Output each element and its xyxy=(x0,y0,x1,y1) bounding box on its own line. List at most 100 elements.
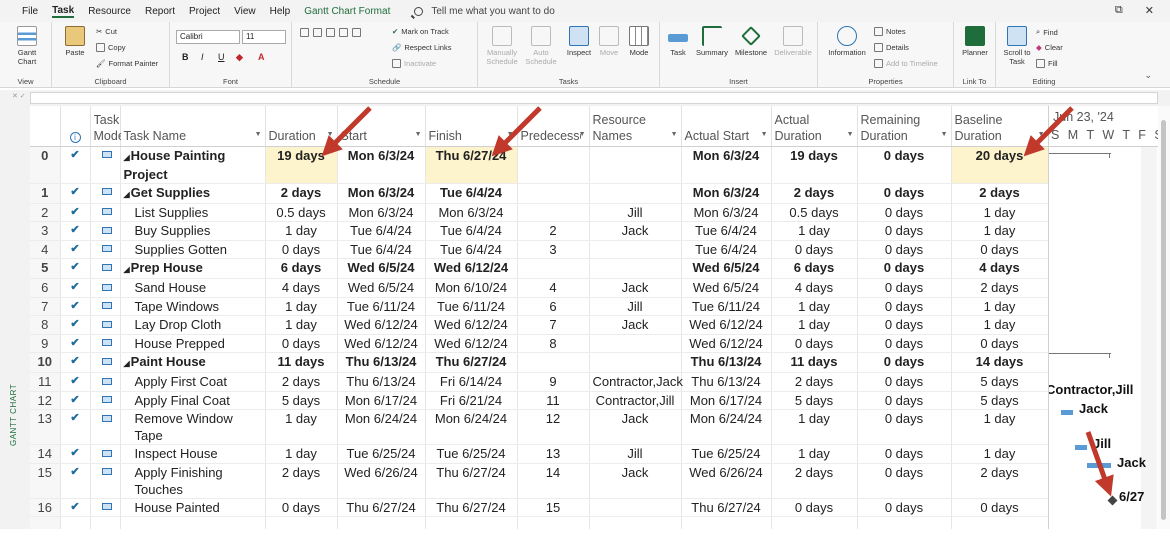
start-header[interactable]: Start ▼ xyxy=(337,106,426,147)
actual-duration-cell[interactable]: 1 day xyxy=(771,444,858,464)
actual-duration-cell[interactable]: 1 day xyxy=(771,221,858,241)
task-name-cell[interactable]: Inspect House xyxy=(120,444,266,464)
chevron-down-icon[interactable]: ▼ xyxy=(847,127,854,143)
predecessors-cell[interactable]: 15 xyxy=(517,498,590,517)
milestone-button[interactable]: Milestone xyxy=(732,26,770,57)
mark-on-track-button[interactable]: ✔ Mark on Track xyxy=(392,27,449,36)
start-cell[interactable]: Wed 6/5/24 xyxy=(337,278,426,298)
remaining-duration-cell[interactable]: 0 days xyxy=(857,146,952,184)
predecessors-cell[interactable] xyxy=(517,203,590,222)
finish-cell[interactable]: Thu 6/27/24 xyxy=(425,463,518,499)
task-name-cell[interactable]: Supplies Gotten xyxy=(120,240,266,259)
actual-start-cell[interactable]: Mon 6/24/24 xyxy=(681,409,772,445)
finish-cell[interactable]: Thu 6/27/24 xyxy=(425,498,518,517)
actual-duration-cell[interactable]: 1 day xyxy=(771,297,858,316)
task-mode-cell[interactable] xyxy=(90,372,121,392)
predecessors-cell[interactable]: 7 xyxy=(517,315,590,335)
table-row[interactable]: 1 ✔ ◢Get Supplies 2 days Mon 6/3/24 Tue 6/4/2… xyxy=(30,183,1049,204)
task-name-cell[interactable]: Apply Final Coat xyxy=(120,391,266,410)
finish-cell[interactable]: Mon 6/24/24 xyxy=(425,409,518,445)
manually-schedule-button[interactable]: Manually Schedule xyxy=(482,26,522,66)
start-cell[interactable]: Mon 6/3/24 xyxy=(337,203,426,222)
start-cell[interactable]: Thu 6/13/24 xyxy=(337,352,426,373)
duration-cell[interactable]: 11 days xyxy=(265,352,338,373)
finish-cell[interactable]: Mon 6/10/24 xyxy=(425,278,518,298)
find-button[interactable]: ⌕ Find xyxy=(1036,27,1058,37)
finish-cell[interactable]: Tue 6/11/24 xyxy=(425,297,518,316)
menu-view[interactable]: View xyxy=(234,6,256,17)
scrollbar-thumb[interactable] xyxy=(1161,120,1166,520)
table-row[interactable]: 10 ✔ ◢Paint House 11 days Thu 6/13/24 Thu 6/2… xyxy=(30,352,1049,373)
planner-button[interactable]: Planner xyxy=(958,26,992,57)
start-cell[interactable]: Thu 6/13/24 xyxy=(337,372,426,392)
task-name-cell[interactable]: House Prepped xyxy=(120,334,266,353)
duration-cell[interactable]: 0.5 days xyxy=(265,203,338,222)
task-name-header[interactable]: Task Name ▼ xyxy=(120,106,266,147)
remaining-duration-header[interactable]: Remaining Duration ▼ xyxy=(857,106,952,147)
baseline-duration-cell[interactable]: 4 days xyxy=(951,258,1049,279)
duration-cell[interactable]: 1 day xyxy=(265,409,338,445)
resource-names-header[interactable]: Resource Names ▼ xyxy=(589,106,682,147)
format-painter-button[interactable]: 🖌 Format Painter xyxy=(96,59,158,68)
vertical-scrollbar[interactable] xyxy=(1158,106,1170,529)
actual-start-cell[interactable]: Wed 6/12/24 xyxy=(681,334,772,353)
start-cell[interactable]: Mon 6/3/24 xyxy=(337,183,426,204)
actual-start-cell[interactable]: Tue 6/11/24 xyxy=(681,297,772,316)
task-bar[interactable] xyxy=(1061,410,1073,415)
milestone-marker[interactable] xyxy=(1107,495,1118,506)
entry-field[interactable] xyxy=(30,92,1158,104)
task-mode-cell[interactable] xyxy=(90,498,121,517)
duration-cell[interactable]: 1 day xyxy=(265,297,338,316)
remaining-duration-cell[interactable]: 0 days xyxy=(857,372,952,392)
actual-duration-cell[interactable]: 5 days xyxy=(771,391,858,410)
finish-cell[interactable]: Tue 6/4/24 xyxy=(425,183,518,204)
resource-names-cell[interactable] xyxy=(589,240,682,259)
task-name-cell[interactable]: ◢Get Supplies xyxy=(120,183,266,204)
actual-start-cell[interactable]: Mon 6/17/24 xyxy=(681,391,772,410)
resource-names-cell[interactable] xyxy=(589,352,682,373)
summary-bar[interactable] xyxy=(1049,353,1111,354)
predecessors-cell[interactable]: 13 xyxy=(517,444,590,464)
details-button[interactable]: Details xyxy=(874,43,909,52)
task-mode-cell[interactable] xyxy=(90,221,121,241)
predecessors-cell[interactable]: 12 xyxy=(517,409,590,445)
task-bar[interactable] xyxy=(1075,445,1087,450)
table-row[interactable]: 16 ✔ House Painted 0 days Thu 6/27/24 Thu 6/2… xyxy=(30,498,1049,517)
resource-names-cell[interactable] xyxy=(589,498,682,517)
clear-button[interactable]: ◆ Clear xyxy=(1036,43,1063,52)
start-cell[interactable]: Tue 6/25/24 xyxy=(337,444,426,464)
baseline-duration-cell[interactable]: 5 days xyxy=(951,391,1049,410)
baseline-duration-cell[interactable]: 1 day xyxy=(951,444,1049,464)
font-size-select[interactable]: 11 xyxy=(242,30,286,44)
resource-names-cell[interactable] xyxy=(589,258,682,279)
paste-button[interactable]: Paste xyxy=(60,26,90,57)
remaining-duration-cell[interactable]: 0 days xyxy=(857,391,952,410)
task-name-cell[interactable]: Sand House xyxy=(120,278,266,298)
finish-cell[interactable]: Fri 6/14/24 xyxy=(425,372,518,392)
table-row[interactable]: 8 ✔ Lay Drop Cloth 1 day Wed 6/12/24 Wed 6/12… xyxy=(30,315,1049,335)
actual-start-header[interactable]: Actual Start ▼ xyxy=(681,106,772,147)
resource-names-cell[interactable] xyxy=(589,334,682,353)
table-row[interactable]: 9 ✔ House Prepped 0 days Wed 6/12/24 Wed 6/12… xyxy=(30,334,1049,353)
actual-duration-cell[interactable]: 2 days xyxy=(771,372,858,392)
predecessors-cell[interactable] xyxy=(517,183,590,204)
duration-cell[interactable]: 2 days xyxy=(265,183,338,204)
duration-cell[interactable]: 0 days xyxy=(265,240,338,259)
remaining-duration-cell[interactable]: 0 days xyxy=(857,352,952,373)
finish-cell[interactable]: Wed 6/12/24 xyxy=(425,334,518,353)
resource-names-cell[interactable]: Jack xyxy=(589,221,682,241)
entry-cancel-icon[interactable]: ✕ ✓ xyxy=(12,92,26,100)
predecessors-cell[interactable] xyxy=(517,258,590,279)
start-cell[interactable]: Wed 6/12/24 xyxy=(337,315,426,335)
resource-names-cell[interactable]: Jack xyxy=(589,463,682,499)
collapse-icon[interactable]: ◢ xyxy=(124,153,130,162)
duration-cell[interactable]: 19 days xyxy=(265,146,338,184)
actual-duration-cell[interactable]: 11 days xyxy=(771,352,858,373)
remaining-duration-cell[interactable]: 0 days xyxy=(857,498,952,517)
actual-duration-cell[interactable]: 4 days xyxy=(771,278,858,298)
remaining-duration-cell[interactable]: 0 days xyxy=(857,240,952,259)
chevron-down-icon[interactable]: ▼ xyxy=(761,127,768,143)
resource-names-cell[interactable]: Jack xyxy=(589,315,682,335)
collapse-icon[interactable]: ◢ xyxy=(124,190,130,199)
baseline-duration-cell[interactable]: 2 days xyxy=(951,278,1049,298)
